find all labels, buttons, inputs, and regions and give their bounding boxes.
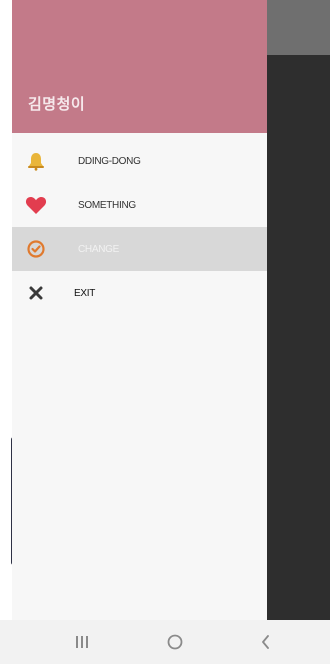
menu-item-label: CHANGE <box>78 243 119 255</box>
close-icon <box>24 281 48 305</box>
background-app-toolbar <box>267 0 330 55</box>
recent-apps-icon[interactable] <box>71 632 93 652</box>
drawer-title: 김명청이 <box>28 96 86 113</box>
menu-item-change[interactable]: CHANGE <box>12 227 267 271</box>
menu-item-exit[interactable]: EXIT <box>12 271 267 315</box>
menu-item-label: SOMETHING <box>78 199 136 211</box>
drawer-header: 김명청이 <box>12 0 267 133</box>
drawer-scrim[interactable] <box>267 55 330 620</box>
heart-icon <box>24 193 48 217</box>
navigation-drawer: 김명청이 DDING-DONG SOMETHING CHANGE EXIT <box>12 0 267 620</box>
menu-item-something[interactable]: SOMETHING <box>12 183 267 227</box>
menu-item-label: EXIT <box>74 287 96 299</box>
phone-screen: 김명청이 DDING-DONG SOMETHING CHANGE EXIT <box>0 0 330 664</box>
drawer-menu: DDING-DONG SOMETHING CHANGE EXIT <box>12 139 267 315</box>
home-icon[interactable] <box>164 632 186 652</box>
back-icon[interactable] <box>255 632 277 652</box>
menu-item-dding-dong[interactable]: DDING-DONG <box>12 139 267 183</box>
menu-item-label: DDING-DONG <box>78 155 141 167</box>
system-navigation-bar <box>0 620 330 664</box>
check-clock-icon <box>24 237 48 261</box>
bell-icon <box>24 149 48 173</box>
